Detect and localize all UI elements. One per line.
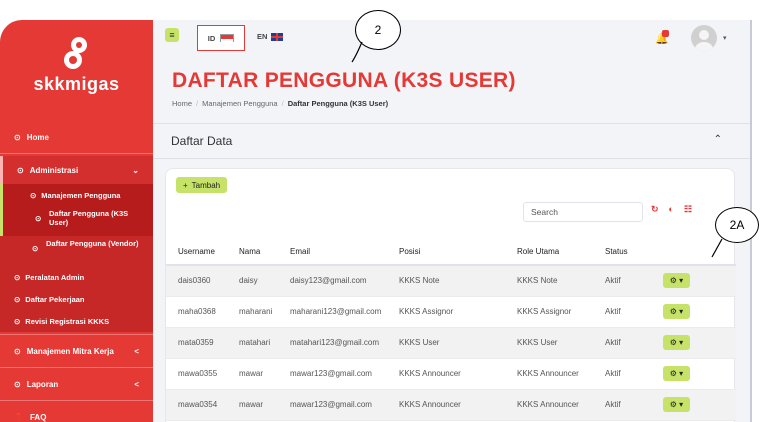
app-window: skkmigas ⊙ Home ⊙ Administrasi ⌄ ⊙ Manaj… — [0, 0, 765, 422]
annotation-pointer-2a — [711, 238, 723, 258]
annotation-pointer-2 — [351, 41, 363, 63]
annotation-pointers — [351, 41, 723, 258]
